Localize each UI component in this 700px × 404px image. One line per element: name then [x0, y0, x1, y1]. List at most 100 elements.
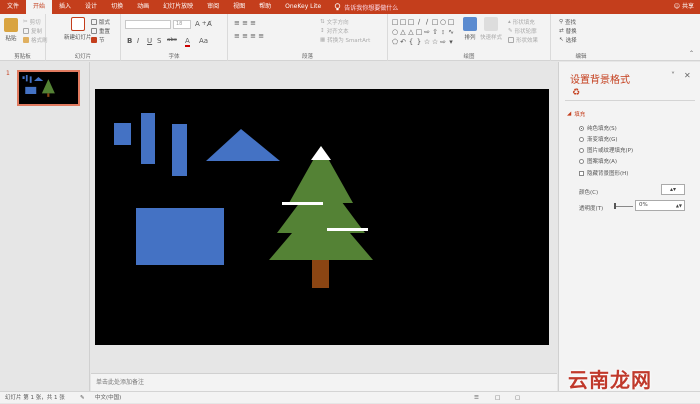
comments-icon[interactable]: □ — [495, 392, 500, 404]
underline-button[interactable]: U — [147, 37, 152, 45]
shape-arrow-icon[interactable]: ⇨ — [423, 27, 431, 37]
arrange-button[interactable]: 排列 — [463, 17, 477, 41]
format-painter-button[interactable]: 格式刷 — [23, 36, 48, 44]
font-color-button[interactable]: A — [185, 37, 190, 47]
shape-fill-button[interactable]: ▴ 形状填充 — [508, 18, 535, 26]
shape-rect-icon[interactable]: □ — [407, 17, 415, 27]
italic-button[interactable]: I — [137, 37, 139, 45]
shape-star-icon[interactable]: ☆ — [423, 37, 431, 47]
smartart-button[interactable]: ▦ 转换为 SmartArt — [320, 36, 370, 44]
tab-home[interactable]: 开始 — [26, 0, 53, 14]
font-grow-button[interactable]: A + — [195, 20, 207, 28]
tab-help[interactable]: 帮助 — [252, 0, 278, 14]
shadow-button[interactable]: S — [157, 37, 161, 45]
shape-oval-icon[interactable]: ○ — [391, 27, 399, 37]
shape-curve-icon[interactable]: ∿ — [447, 27, 455, 37]
shape-shape-icon[interactable]: ⦂ — [439, 27, 447, 37]
shape-triangle-icon[interactable]: △ — [407, 27, 415, 37]
align-buttons[interactable]: ≡ ≡ ≡ ≡ — [234, 32, 264, 40]
spellcheck-icon[interactable]: ✎ — [80, 392, 85, 404]
shapes-gallery[interactable]: □ □ □ ∕ ∕ □ ○ □ ○ △ △ □ ⇨ ⇧ ⦂ ∿ ⬠ ↶{} ☆ ☆ ⇨ ▾ — [391, 17, 456, 47]
section-button[interactable]: 节 — [91, 36, 105, 44]
shape-pentagon-icon[interactable]: ⬠ — [391, 37, 399, 47]
fill-section-header[interactable]: ◢ 填充 — [567, 110, 585, 118]
spinner-icon[interactable]: ▲▼ — [676, 201, 682, 210]
share-button[interactable]: ☺ 共享 — [674, 0, 694, 14]
shape-line-icon[interactable]: ∕ — [415, 17, 423, 27]
transparency-slider-thumb[interactable] — [614, 203, 616, 209]
tell-me-box[interactable]: 告诉我你想要做什么 — [334, 3, 398, 12]
shape-line-icon[interactable]: ∕ — [423, 17, 431, 27]
copy-button[interactable]: 复制 — [23, 27, 42, 35]
language-indicator[interactable]: 中文(中国) — [95, 392, 121, 404]
font-name-input[interactable] — [125, 20, 171, 29]
tab-review[interactable]: 审阅 — [200, 0, 226, 14]
collapse-ribbon-icon[interactable]: ⌃ — [689, 50, 694, 57]
shape-brace-icon[interactable]: { — [407, 37, 415, 47]
blue-triangle[interactable] — [206, 129, 280, 161]
shape-rect-icon[interactable]: □ — [431, 17, 439, 27]
tab-onekey[interactable]: OneKey Lite — [278, 0, 328, 14]
tab-slideshow[interactable]: 幻灯片放映 — [156, 0, 200, 14]
shape-brace-icon[interactable]: } — [415, 37, 423, 47]
shape-arrow-icon[interactable]: ⇨ — [439, 37, 447, 47]
panel-options-chevron-icon[interactable]: ˅ — [671, 71, 675, 80]
fill-bucket-icon[interactable]: ♻ — [572, 88, 580, 98]
shape-rect-icon[interactable]: □ — [415, 27, 423, 37]
tab-animations[interactable]: 动画 — [130, 0, 156, 14]
shape-outline-button[interactable]: ✎ 形状轮廓 — [508, 27, 537, 35]
notes-toggle-icon[interactable]: ☰ — [474, 392, 479, 404]
shape-oval-icon[interactable]: ○ — [439, 17, 447, 27]
blue-rectangle-large[interactable] — [136, 208, 224, 265]
layout-button[interactable]: 版式 — [91, 18, 110, 26]
font-size-input[interactable]: 18 — [173, 20, 191, 29]
blue-rectangle-small[interactable] — [114, 123, 131, 145]
color-picker-button[interactable]: ▴▾ — [661, 184, 685, 195]
blue-rectangle-tall-right[interactable] — [172, 124, 187, 176]
solid-fill-radio[interactable]: 纯色填充(S) — [579, 124, 617, 132]
new-slide-button[interactable]: 新建幻灯片 — [64, 17, 92, 41]
clipboard-group: 粘贴 ✂ 剪切 复制 格式刷 剪贴板 — [0, 14, 48, 61]
quick-styles-button[interactable]: 快速样式 — [480, 17, 502, 41]
align-text-button[interactable]: ↕ 对齐文本 — [320, 27, 349, 35]
shape-triangle-icon[interactable]: △ — [399, 27, 407, 37]
bold-button[interactable]: B — [127, 37, 132, 45]
replace-button[interactable]: ⇄ 替换 — [559, 27, 577, 35]
notes-pane[interactable]: 单击此处添加备注 — [91, 373, 557, 391]
char-spacing-button[interactable]: Aa — [199, 37, 208, 45]
find-button[interactable]: ⚲ 查找 — [559, 18, 576, 26]
slide-canvas[interactable] — [95, 89, 549, 345]
tab-design[interactable]: 设计 — [78, 0, 104, 14]
text-direction-button[interactable]: ⇅ 文字方向 — [320, 18, 349, 26]
close-panel-icon[interactable]: ✕ — [684, 71, 691, 80]
tab-file[interactable]: 文件 — [0, 0, 26, 14]
transparency-input[interactable]: 0% ▲▼ — [635, 200, 685, 211]
picture-fill-radio[interactable]: 图片或纹理填充(P) — [579, 146, 633, 154]
strikethrough-button[interactable]: abc — [167, 37, 177, 43]
shape-curve-icon[interactable]: ↶ — [399, 37, 407, 47]
shape-rect-icon[interactable]: □ — [399, 17, 407, 27]
clear-format-button[interactable]: A̸ — [207, 20, 212, 28]
reset-button[interactable]: 重置 — [91, 27, 110, 35]
shape-more-icon[interactable]: ▾ — [447, 37, 455, 47]
normal-view-icon[interactable]: ▢ — [515, 392, 520, 404]
shape-star-icon[interactable]: ☆ — [431, 37, 439, 47]
tab-transitions[interactable]: 切换 — [104, 0, 130, 14]
slide-thumbnail[interactable] — [17, 70, 80, 106]
tab-insert[interactable]: 插入 — [52, 0, 78, 14]
shape-rect-icon[interactable]: □ — [391, 17, 399, 27]
tab-view[interactable]: 视图 — [226, 0, 252, 14]
paste-button[interactable]: 粘贴 — [4, 18, 18, 42]
blue-rectangle-tall-left[interactable] — [141, 113, 155, 164]
shape-rect-icon[interactable]: □ — [447, 17, 455, 27]
christmas-tree[interactable] — [269, 146, 373, 288]
cut-button[interactable]: ✂ 剪切 — [23, 18, 41, 26]
shape-effects-button[interactable]: 形状效果 — [508, 36, 538, 44]
shape-arrow-icon[interactable]: ⇧ — [431, 27, 439, 37]
gradient-fill-radio[interactable]: 渐变填充(G) — [579, 135, 618, 143]
pattern-fill-radio[interactable]: 图案填充(A) — [579, 157, 617, 165]
select-button[interactable]: ↖ 选择 — [559, 36, 577, 44]
transparency-slider[interactable] — [615, 206, 633, 207]
hide-background-checkbox[interactable]: 隐藏背景图形(H) — [579, 169, 628, 177]
bullets-button[interactable]: ≡ ≡ ≡ — [234, 19, 256, 27]
